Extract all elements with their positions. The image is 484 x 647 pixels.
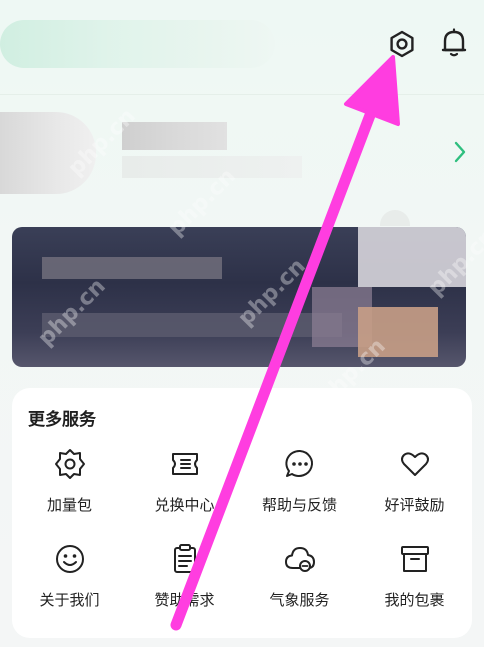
more-services-title: 更多服务 — [28, 410, 96, 430]
service-my-packages[interactable]: 我的包裹 — [357, 541, 472, 636]
cloud-icon — [284, 547, 315, 572]
chat-bubble-icon — [284, 449, 313, 477]
clipboard-icon — [173, 544, 196, 573]
box-icon — [400, 546, 429, 572]
bell-icon — [441, 28, 467, 57]
divider — [0, 94, 484, 95]
gear-hexagon-icon — [390, 30, 414, 58]
smiley-icon — [55, 545, 84, 573]
service-label: 好评鼓励 — [384, 496, 445, 514]
service-weather[interactable]: 气象服务 — [242, 541, 357, 636]
service-label: 气象服务 — [269, 591, 330, 609]
service-about-us[interactable]: 关于我们 — [12, 541, 127, 636]
chevron-right-icon — [454, 141, 466, 163]
profile-chevron[interactable] — [452, 140, 468, 164]
service-label: 加量包 — [46, 496, 92, 514]
service-label: 帮助与反馈 — [261, 496, 337, 514]
service-label: 兑换中心 — [154, 496, 215, 514]
service-label: 关于我们 — [39, 591, 100, 609]
blurred-header-title — [0, 20, 275, 68]
notifications-button[interactable] — [438, 26, 470, 60]
banner-tab-bump — [380, 210, 410, 226]
service-rate-us[interactable]: 好评鼓励 — [357, 446, 472, 541]
heart-icon — [400, 452, 429, 476]
service-label: 我的包裹 — [384, 591, 445, 609]
more-services-card: 更多服务 加量包 兑换中心 帮助与反馈 好评鼓励 关于我们 赞助需求 气象服务 … — [12, 388, 472, 638]
service-label: 赞助需求 — [154, 591, 215, 609]
service-sponsor-request[interactable]: 赞助需求 — [127, 541, 242, 636]
gear-hexagon-icon — [54, 449, 85, 479]
service-addon-pack[interactable]: 加量包 — [12, 446, 127, 541]
ticket-icon — [171, 453, 198, 475]
blurred-username — [122, 122, 227, 150]
settings-button[interactable] — [386, 28, 418, 60]
